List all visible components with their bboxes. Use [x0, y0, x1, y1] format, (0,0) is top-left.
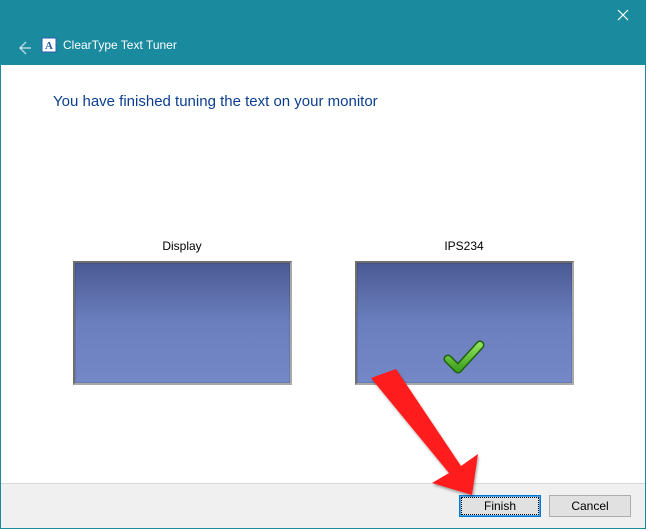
- checkmark-icon: [442, 339, 486, 377]
- app-icon: A: [41, 37, 57, 53]
- cancel-button[interactable]: Cancel: [549, 495, 631, 517]
- dialog-footer: Finish Cancel: [1, 483, 645, 528]
- window-title: ClearType Text Tuner: [63, 38, 177, 52]
- finish-button[interactable]: Finish: [459, 495, 541, 517]
- close-icon: [617, 9, 629, 21]
- monitor-label: IPS234: [355, 239, 574, 253]
- monitor-list: Display IPS234: [1, 239, 645, 385]
- svg-text:A: A: [45, 40, 53, 52]
- window-frame: A ClearType Text Tuner You have finished…: [0, 0, 646, 529]
- back-arrow-icon: [15, 39, 33, 57]
- close-button[interactable]: [601, 1, 645, 29]
- back-button[interactable]: [15, 39, 33, 57]
- monitor-item: IPS234: [355, 239, 574, 385]
- monitor-preview[interactable]: [355, 261, 574, 385]
- page-heading: You have finished tuning the text on you…: [53, 93, 605, 110]
- title-bar: A ClearType Text Tuner: [1, 1, 645, 65]
- monitor-label: Display: [73, 239, 292, 253]
- monitor-item: Display: [73, 239, 292, 385]
- monitor-preview[interactable]: [73, 261, 292, 385]
- content-area: You have finished tuning the text on you…: [1, 65, 645, 484]
